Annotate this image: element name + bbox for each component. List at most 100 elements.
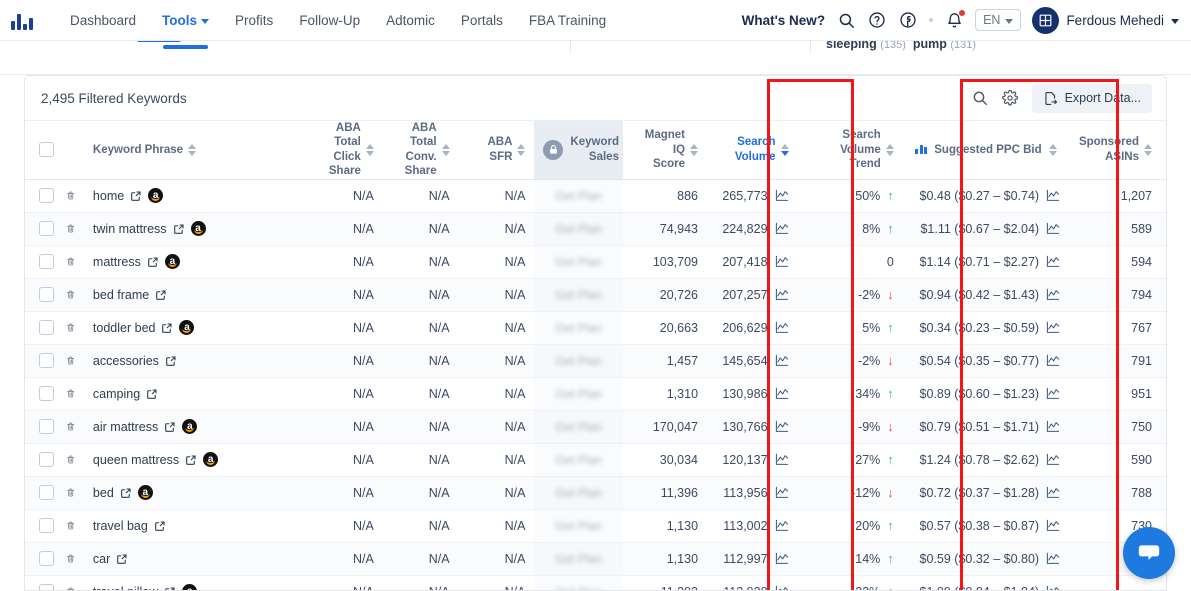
table-row[interactable]: camping N/A N/A N/A Get Plan 1,310 130,986 34% ↑… — [25, 377, 1166, 411]
column-header-suggested-ppc-bid[interactable]: Suggested PPC Bid — [902, 121, 1070, 180]
keyword-fragment-word[interactable]: sleeping — [826, 41, 877, 51]
row-checkbox[interactable] — [39, 419, 54, 434]
sort-toggle-icon[interactable] — [517, 143, 526, 156]
nav-item-follow-up[interactable]: Follow-Up — [286, 0, 373, 40]
external-link-icon[interactable] — [164, 586, 176, 590]
keyword-sales-cell[interactable]: Get Plan — [534, 575, 623, 590]
delete-row-icon[interactable] — [66, 321, 75, 334]
sparkline-icon[interactable] — [1046, 486, 1060, 499]
sparkline-icon[interactable] — [1046, 420, 1060, 433]
sparkline-icon[interactable] — [775, 354, 789, 367]
row-checkbox[interactable] — [39, 584, 54, 590]
sparkline-icon[interactable] — [775, 585, 789, 590]
sort-toggle-icon[interactable] — [441, 143, 450, 156]
app-logo-icon[interactable] — [11, 10, 37, 30]
table-row[interactable]: accessories N/A N/A N/A Get Plan 1,457 145,654… — [25, 344, 1166, 378]
delete-row-icon[interactable] — [66, 486, 75, 499]
table-row[interactable]: toddler bed a N/A N/A N/A Get Plan 20,663 206,6… — [25, 311, 1166, 345]
keyword-sales-cell[interactable]: Get Plan — [534, 443, 623, 477]
keyword-sales-cell[interactable]: Get Plan — [534, 311, 623, 345]
delete-row-icon[interactable] — [66, 552, 75, 565]
sort-toggle-icon[interactable] — [1048, 143, 1057, 156]
sparkline-icon[interactable] — [775, 387, 789, 400]
keyword-sales-cell[interactable]: Get Plan — [534, 344, 623, 378]
row-checkbox[interactable] — [39, 551, 54, 566]
sort-toggle-icon[interactable] — [1144, 143, 1152, 156]
column-header-sponsored-asins[interactable]: Sponsored ASINs — [1069, 121, 1166, 180]
nav-item-dashboard[interactable]: Dashboard — [57, 0, 149, 40]
sparkline-icon[interactable] — [775, 420, 789, 433]
row-checkbox[interactable] — [39, 518, 54, 533]
external-link-icon[interactable] — [154, 520, 166, 532]
delete-row-icon[interactable] — [66, 585, 75, 590]
row-checkbox[interactable] — [39, 221, 54, 236]
table-row[interactable]: travel bag N/A N/A N/A Get Plan 1,130 113,002 2… — [25, 509, 1166, 543]
select-all-checkbox[interactable] — [39, 142, 54, 158]
column-header-aba-sfr[interactable]: ABA SFR — [458, 121, 535, 180]
sparkline-icon[interactable] — [775, 222, 789, 235]
sort-toggle-icon[interactable] — [365, 143, 374, 156]
search-icon[interactable] — [972, 90, 988, 106]
delete-row-icon[interactable] — [66, 288, 75, 301]
sparkline-icon[interactable] — [1046, 519, 1060, 532]
sparkline-icon[interactable] — [1046, 288, 1060, 301]
sparkline-icon[interactable] — [775, 189, 789, 202]
sparkline-icon[interactable] — [1046, 255, 1060, 268]
sparkline-icon[interactable] — [1046, 189, 1060, 202]
table-row[interactable]: car N/A N/A N/A Get Plan 1,130 112,997 14% ↑ $0.5… — [25, 542, 1166, 576]
sort-toggle-icon[interactable] — [690, 143, 699, 156]
delete-row-icon[interactable] — [66, 255, 75, 268]
sparkline-icon[interactable] — [775, 519, 789, 532]
column-header-search-volume-trend[interactable]: Search Volume Trend — [797, 121, 903, 180]
external-link-icon[interactable] — [185, 454, 197, 466]
table-row[interactable]: bed frame N/A N/A N/A Get Plan 20,726 207,257-… — [25, 278, 1166, 312]
facebook-icon[interactable] — [898, 10, 918, 30]
sort-toggle-icon[interactable] — [780, 143, 789, 156]
amazon-badge-icon[interactable]: a — [179, 320, 195, 335]
keyword-sales-cell[interactable]: Get Plan — [534, 179, 623, 213]
column-header-aba-total-conv-share[interactable]: ABA Total Conv. Share — [382, 121, 459, 180]
delete-row-icon[interactable] — [66, 222, 75, 235]
row-checkbox[interactable] — [39, 254, 54, 269]
sparkline-icon[interactable] — [1046, 354, 1060, 367]
sparkline-icon[interactable] — [775, 552, 789, 565]
delete-row-icon[interactable] — [66, 420, 75, 433]
sparkline-icon[interactable] — [775, 453, 789, 466]
row-checkbox[interactable] — [39, 320, 54, 335]
external-link-icon[interactable] — [120, 487, 132, 499]
external-link-icon[interactable] — [147, 256, 159, 268]
row-checkbox[interactable] — [39, 287, 54, 302]
nav-item-adtomic[interactable]: Adtomic — [373, 0, 448, 40]
sort-toggle-icon[interactable] — [188, 143, 197, 156]
amazon-badge-icon[interactable]: a — [164, 254, 180, 269]
keyword-fragment-word[interactable]: pump — [913, 41, 947, 51]
external-link-icon[interactable] — [161, 322, 173, 334]
nav-item-portals[interactable]: Portals — [448, 0, 516, 40]
sparkline-icon[interactable] — [775, 486, 789, 499]
table-row[interactable]: home a N/A N/A N/A Get Plan 886 265,773 50% ↑ $0.4… — [25, 179, 1166, 213]
keyword-sales-cell[interactable]: Get Plan — [534, 509, 623, 543]
sparkline-icon[interactable] — [775, 321, 789, 334]
column-header-keyword-sales[interactable]: Keyword Sales — [534, 121, 623, 180]
column-header-keyword-phrase[interactable]: Keyword Phrase — [83, 121, 308, 180]
external-link-icon[interactable] — [116, 553, 128, 565]
search-icon[interactable] — [836, 10, 856, 30]
row-checkbox[interactable] — [39, 188, 54, 203]
sparkline-icon[interactable] — [1046, 387, 1060, 400]
sparkline-icon[interactable] — [775, 255, 789, 268]
notification-bell-icon[interactable] — [944, 9, 967, 30]
nav-item-profits[interactable]: Profits — [222, 0, 286, 40]
whats-new-link[interactable]: What's New? — [742, 13, 825, 28]
external-link-icon[interactable] — [164, 421, 176, 433]
keyword-sales-cell[interactable]: Get Plan — [534, 410, 623, 444]
table-row[interactable]: mattress a N/A N/A N/A Get Plan 103,709 207,418… — [25, 245, 1166, 279]
column-header-search-volume[interactable]: Search Volume — [707, 121, 798, 180]
external-link-icon[interactable] — [155, 289, 167, 301]
nav-item-fba-training[interactable]: FBA Training — [516, 0, 619, 40]
table-row[interactable]: bed a N/A N/A N/A Get Plan 11,396 113,956 -12% ↓ $… — [25, 476, 1166, 510]
row-checkbox[interactable] — [39, 485, 54, 500]
keyword-sales-cell[interactable]: Get Plan — [534, 542, 623, 576]
sparkline-icon[interactable] — [1046, 321, 1060, 334]
gear-icon[interactable] — [1001, 90, 1018, 106]
table-row[interactable]: air mattress a N/A N/A N/A Get Plan 170,047 130… — [25, 410, 1166, 444]
